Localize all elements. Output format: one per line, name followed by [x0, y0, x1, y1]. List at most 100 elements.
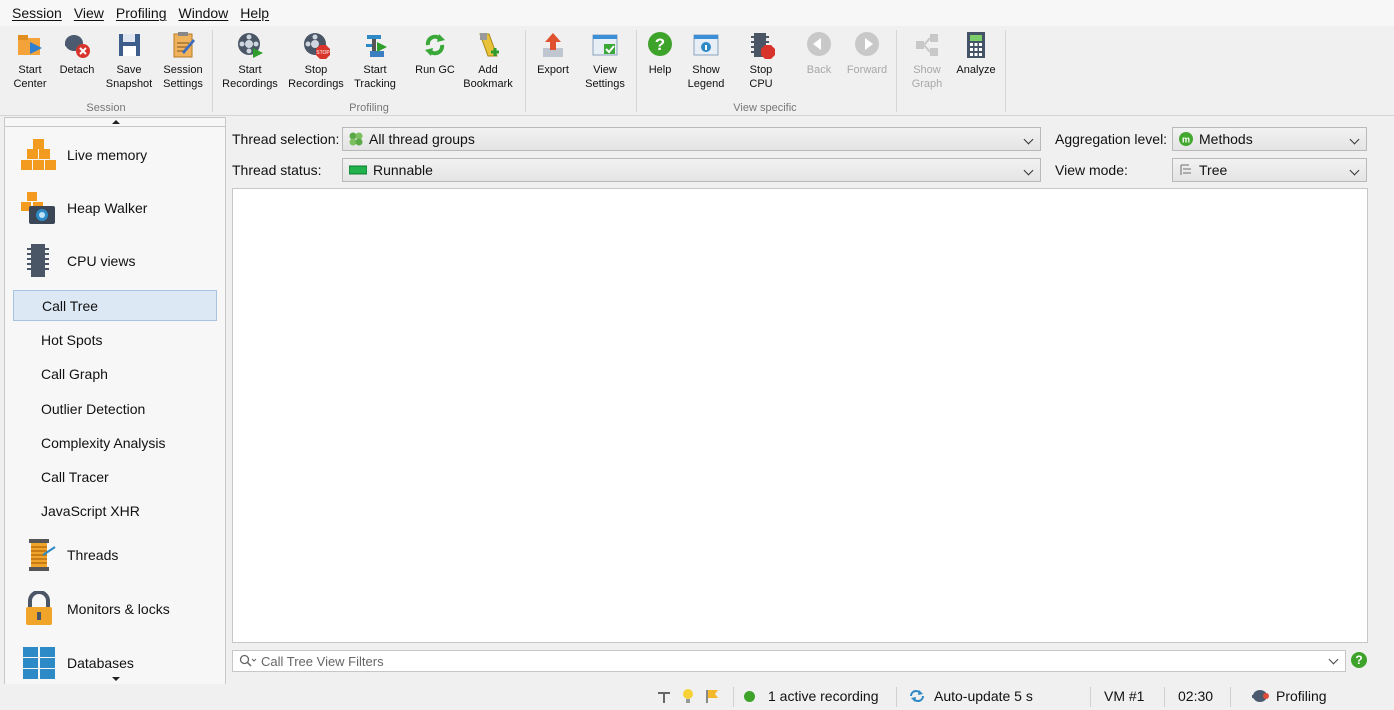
- stop-recordings-icon: STOP: [301, 30, 331, 60]
- sidebar-section-heap-walker[interactable]: Heap Walker: [5, 182, 225, 234]
- show-legend-button[interactable]: Show Legend: [681, 28, 731, 96]
- flag-icon: [706, 690, 718, 703]
- svg-text:STOP: STOP: [316, 50, 330, 56]
- sidebar-item-javascript-xhr[interactable]: JavaScript XHR: [13, 495, 217, 526]
- menu-profiling[interactable]: Profiling: [110, 5, 173, 21]
- save-snapshot-button[interactable]: Save Snapshot: [104, 28, 154, 96]
- chevron-down-icon: [1349, 165, 1360, 176]
- refresh-icon: [910, 690, 924, 702]
- sidebar-section-threads[interactable]: Threads: [5, 529, 225, 581]
- save-icon: [114, 30, 144, 60]
- start-recordings-button[interactable]: Start Recordings: [219, 28, 281, 96]
- thread-groups-icon: [349, 132, 363, 146]
- view-selector-sidebar: Live memory Heap Walker CPU views Call T…: [4, 117, 226, 685]
- chevron-down-icon: [1023, 165, 1034, 176]
- thread-status-label: Thread status:: [232, 162, 322, 178]
- sidebar-section-live-memory[interactable]: Live memory: [5, 129, 225, 181]
- thread-selection-label: Thread selection:: [232, 131, 340, 147]
- live-memory-icon: [21, 137, 57, 173]
- start-tracking-button[interactable]: Start Tracking: [353, 28, 397, 96]
- toolbar-group-session: Start Center Detach Save Snapshot Sessio…: [0, 26, 212, 116]
- chevron-down-icon[interactable]: [1328, 654, 1339, 665]
- svg-text:?: ?: [655, 35, 665, 54]
- aggregation-level-label: Aggregation level:: [1055, 131, 1168, 147]
- runnable-status-icon: [348, 163, 368, 177]
- thread-status-value: Runnable: [373, 162, 433, 178]
- detach-button[interactable]: Detach: [56, 28, 98, 96]
- tree-view-icon: [1179, 163, 1193, 177]
- heap-walker-icon: [21, 190, 57, 226]
- sidebar-item-call-tracer[interactable]: Call Tracer: [13, 461, 217, 492]
- view-mode-label: View mode:: [1055, 162, 1128, 178]
- toolbar-group-view-specific: ? Help Show Legend Stop CPU Back Forward…: [637, 26, 893, 116]
- stop-recordings-button[interactable]: STOP Stop Recordings: [285, 28, 347, 96]
- toolbar-group-profiling: Start Recordings STOP Stop Recordings St…: [213, 26, 525, 116]
- status-bar: 1 active recording Auto-update 5 s VM #1…: [0, 684, 1394, 710]
- status-icons: [656, 688, 720, 704]
- methods-icon: m: [1179, 132, 1193, 146]
- stop-cpu-icon: [746, 30, 776, 60]
- view-mode-value: Tree: [1199, 162, 1228, 178]
- calculator-icon: [961, 30, 991, 60]
- add-bookmark-button[interactable]: Add Bookmark: [459, 28, 517, 96]
- threads-icon: [21, 537, 57, 573]
- chevron-down-icon: [1349, 134, 1360, 145]
- thread-selection-dropdown[interactable]: All thread groups: [342, 127, 1041, 151]
- menu-view[interactable]: View: [68, 5, 110, 21]
- view-filter-placeholder: Call Tree View Filters: [261, 653, 384, 669]
- view-settings-icon: [590, 30, 620, 60]
- help-button[interactable]: ? Help: [641, 28, 679, 96]
- tracking-icon: [360, 30, 390, 60]
- search-icon: [239, 654, 257, 668]
- stop-cpu-button[interactable]: Stop CPU: [741, 28, 781, 96]
- start-center-icon: [15, 30, 45, 60]
- run-gc-button[interactable]: Run GC: [411, 28, 459, 96]
- filter-help-icon[interactable]: ?: [1351, 652, 1367, 668]
- detach-icon: [62, 30, 92, 60]
- export-button[interactable]: Export: [532, 28, 574, 96]
- settings-icon: [168, 30, 198, 60]
- sidebar-item-call-tree[interactable]: Call Tree: [13, 290, 217, 321]
- sidebar-scroll-up-button[interactable]: [5, 118, 225, 127]
- help-icon: ?: [645, 30, 675, 60]
- sidebar-section-monitors-locks[interactable]: Monitors & locks: [5, 583, 225, 635]
- lock-icon: [21, 590, 57, 627]
- sidebar-section-cpu-views[interactable]: CPU views: [5, 235, 225, 287]
- auto-update-status[interactable]: Auto-update 5 s: [908, 688, 1033, 704]
- toolbar-separator: [1005, 30, 1006, 112]
- sidebar-scroll-down-button[interactable]: [5, 675, 225, 684]
- session-settings-button[interactable]: Session Settings: [158, 28, 208, 96]
- profiling-mode-status[interactable]: Profiling: [1252, 688, 1327, 704]
- vm-status[interactable]: VM #1: [1104, 688, 1144, 704]
- forward-icon: [852, 30, 882, 60]
- menu-window[interactable]: Window: [173, 5, 235, 21]
- forward-button[interactable]: Forward: [843, 28, 891, 96]
- menu-help[interactable]: Help: [234, 5, 275, 21]
- sidebar-item-complexity-analysis[interactable]: Complexity Analysis: [13, 427, 217, 458]
- chevron-down-icon: [1023, 134, 1034, 145]
- thread-selection-value: All thread groups: [369, 131, 475, 147]
- thread-status-dropdown[interactable]: Runnable: [342, 158, 1041, 182]
- aggregation-level-dropdown[interactable]: m Methods: [1172, 127, 1367, 151]
- toolbar: Start Center Detach Save Snapshot Sessio…: [0, 26, 1394, 116]
- profiling-mode-icon: [1252, 690, 1269, 702]
- sidebar-item-call-graph[interactable]: Call Graph: [13, 358, 217, 389]
- view-mode-dropdown[interactable]: Tree: [1172, 158, 1367, 182]
- show-graph-button[interactable]: Show Graph: [905, 28, 949, 96]
- recording-status[interactable]: 1 active recording: [744, 688, 879, 704]
- sidebar-item-outlier-detection[interactable]: Outlier Detection: [13, 393, 217, 424]
- recordings-icon: [235, 30, 265, 60]
- view-filter-field[interactable]: Call Tree View Filters: [232, 650, 1346, 672]
- gc-icon: [420, 30, 450, 60]
- view-settings-button[interactable]: View Settings: [578, 28, 632, 96]
- elapsed-time: 02:30: [1178, 688, 1214, 704]
- sidebar-item-hot-spots[interactable]: Hot Spots: [13, 324, 217, 355]
- start-center-button[interactable]: Start Center: [6, 28, 54, 96]
- bookmark-icon: [473, 30, 503, 60]
- toolbar-group-export: Export View Settings: [526, 26, 636, 116]
- menu-session[interactable]: Session: [6, 5, 68, 21]
- call-tree-view[interactable]: [232, 188, 1368, 643]
- analyze-button[interactable]: Analyze: [953, 28, 999, 96]
- svg-text:m: m: [1182, 135, 1190, 145]
- back-button[interactable]: Back: [801, 28, 837, 96]
